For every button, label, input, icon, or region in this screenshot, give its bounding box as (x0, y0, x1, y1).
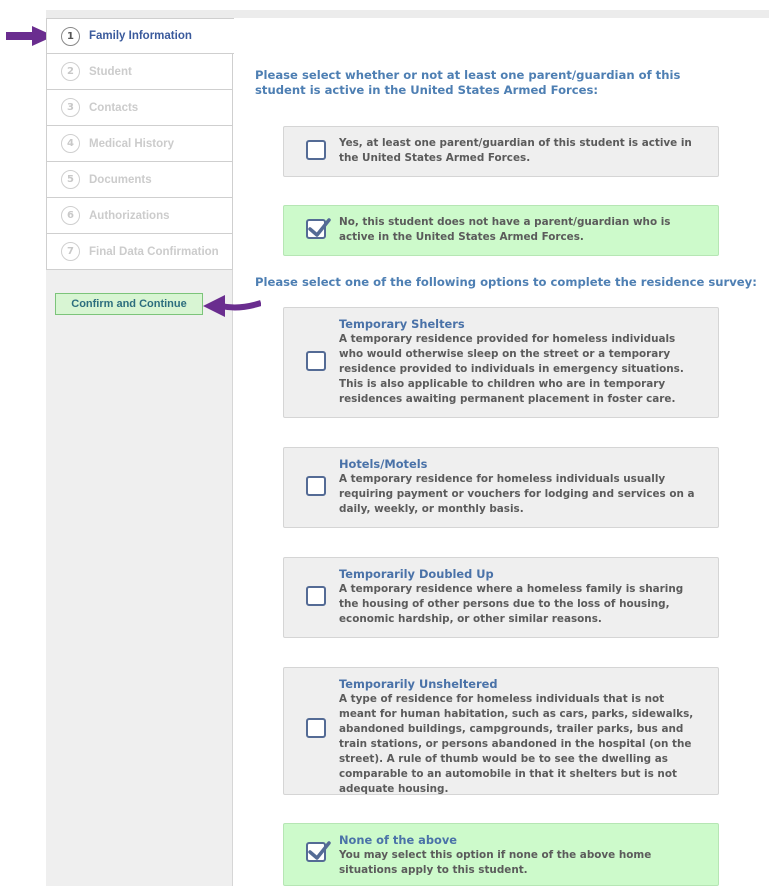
option-text: A temporary residence for homeless indiv… (339, 473, 695, 515)
checkmark-icon (308, 218, 331, 237)
residence-option-none-of-the-above[interactable]: None of the above You may select this op… (283, 823, 719, 886)
option-title: Temporarily Unsheltered (339, 677, 498, 691)
checkbox-icon[interactable] (306, 841, 331, 862)
step-number: 5 (61, 170, 80, 189)
residence-question: Please select one of the following optio… (255, 275, 757, 289)
military-option-yes[interactable]: Yes, at least one parent/guardian of thi… (283, 126, 719, 177)
checkmark-icon (308, 841, 331, 860)
step-family-information[interactable]: 1 Family Information (46, 18, 234, 54)
purple-arrow-icon (203, 295, 261, 317)
step-label: Medical History (89, 137, 174, 150)
option-content: None of the above You may select this op… (339, 833, 700, 878)
step-label: Contacts (89, 101, 139, 114)
step-number: 6 (61, 206, 80, 225)
option-text: You may select this option if none of th… (339, 849, 652, 876)
option-text: A temporary residence provided for homel… (339, 333, 684, 405)
step-number: 2 (61, 62, 80, 81)
residence-option-temporarily-unsheltered[interactable]: Temporarily Unsheltered A type of reside… (283, 667, 719, 795)
option-text: A temporary residence where a homeless f… (339, 583, 684, 625)
step-label: Final Data Confirmation (89, 245, 219, 258)
checkbox-icon[interactable] (306, 218, 331, 239)
option-title: Hotels/Motels (339, 457, 428, 471)
residence-option-temporarily-doubled-up[interactable]: Temporarily Doubled Up A temporary resid… (283, 557, 719, 638)
option-content: Hotels/Motels A temporary residence for … (339, 457, 700, 517)
step-number: 1 (61, 26, 80, 46)
residence-option-hotels-motels[interactable]: Hotels/Motels A temporary residence for … (283, 447, 719, 528)
step-student[interactable]: 2 Student (46, 54, 233, 90)
step-number: 7 (61, 242, 80, 261)
option-title: Temporarily Doubled Up (339, 567, 494, 581)
step-label: Student (89, 65, 132, 78)
option-text: Yes, at least one parent/guardian of thi… (339, 137, 692, 164)
residence-option-temporary-shelters[interactable]: Temporary Shelters A temporary residence… (283, 307, 719, 418)
step-sidebar: 1 Family Information 2 Student 3 Contact… (46, 18, 234, 886)
step-authorizations[interactable]: 6 Authorizations (46, 198, 233, 234)
step-label: Documents (89, 173, 152, 186)
option-title: None of the above (339, 833, 457, 847)
option-text: A type of residence for homeless individ… (339, 693, 694, 795)
military-option-no[interactable]: No, this student does not have a parent/… (283, 205, 719, 256)
step-number: 4 (61, 134, 80, 153)
top-bar (46, 10, 769, 18)
option-content: Temporarily Unsheltered A type of reside… (339, 677, 700, 797)
checkbox-icon[interactable] (306, 586, 326, 606)
option-content: Temporary Shelters A temporary residence… (339, 317, 700, 407)
confirm-and-continue-button[interactable]: Confirm and Continue (55, 293, 203, 315)
step-number: 3 (61, 98, 80, 117)
step-final-data-confirmation[interactable]: 7 Final Data Confirmation (46, 234, 233, 270)
step-contacts[interactable]: 3 Contacts (46, 90, 233, 126)
checkbox-icon[interactable] (306, 140, 326, 160)
checkbox-icon[interactable] (306, 718, 326, 738)
military-question: Please select whether or not at least on… (255, 68, 681, 97)
option-text: No, this student does not have a parent/… (339, 216, 671, 243)
step-list: 1 Family Information 2 Student 3 Contact… (46, 18, 234, 270)
step-label: Authorizations (89, 209, 170, 222)
step-medical-history[interactable]: 4 Medical History (46, 126, 233, 162)
checkbox-icon[interactable] (306, 476, 326, 496)
step-documents[interactable]: 5 Documents (46, 162, 233, 198)
option-title: Temporary Shelters (339, 317, 465, 331)
checkbox-icon[interactable] (306, 351, 326, 371)
option-content: Temporarily Doubled Up A temporary resid… (339, 567, 700, 627)
step-label: Family Information (89, 30, 192, 42)
